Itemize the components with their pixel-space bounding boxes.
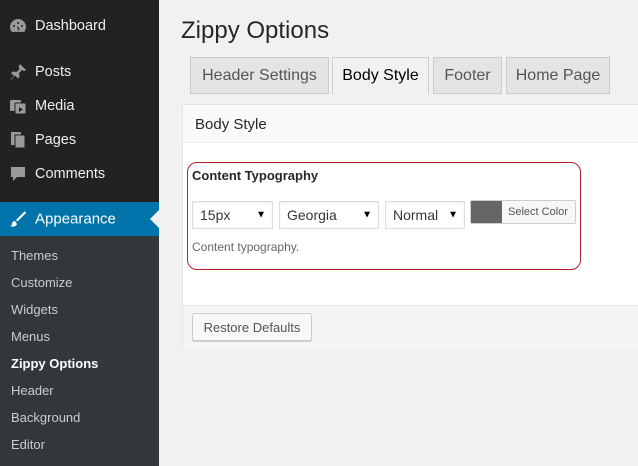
color-swatch (471, 201, 502, 223)
submenu-item-editor[interactable]: Editor (11, 437, 45, 452)
menu-item-posts[interactable]: Posts (0, 55, 159, 89)
menu-label: Dashboard (35, 18, 106, 34)
panel-title: Body Style (195, 116, 267, 133)
tab-header-settings[interactable]: Header Settings (190, 57, 329, 94)
submenu-item-zippy-options[interactable]: Zippy Options (11, 356, 98, 371)
caret-down-icon: ▼ (362, 209, 372, 221)
admin-sidebar: Dashboard Posts Media Pages Comments App… (0, 0, 159, 466)
menu-item-appearance[interactable]: Appearance (0, 202, 159, 236)
menu-label: Pages (35, 132, 77, 148)
submenu-item-widgets[interactable]: Widgets (11, 302, 58, 317)
menu-label: Media (35, 98, 75, 114)
font-weight-value: Normal (393, 207, 439, 223)
field-description: Content typography. (192, 240, 300, 254)
menu-label: Comments (35, 166, 106, 182)
panel-header: Body Style (183, 105, 638, 143)
select-color-button[interactable]: Select Color (470, 200, 576, 224)
menu-label: Posts (35, 64, 72, 80)
tab-home-page[interactable]: Home Page (506, 57, 610, 94)
menu-label: Appearance (35, 210, 116, 228)
font-size-value: 15px (200, 207, 231, 223)
pin-icon (10, 64, 26, 80)
menu-item-dashboard[interactable]: Dashboard (0, 9, 159, 43)
menu-item-comments[interactable]: Comments (0, 157, 159, 191)
tab-footer[interactable]: Footer (433, 57, 502, 94)
appearance-submenu: Themes Customize Widgets Menus Zippy Opt… (0, 236, 159, 466)
select-color-label: Select Color (508, 206, 568, 218)
submenu-item-header[interactable]: Header (11, 383, 54, 398)
font-weight-select[interactable]: Normal ▼ (385, 201, 465, 229)
dashboard-icon (10, 19, 26, 32)
comment-icon (11, 167, 25, 181)
submenu-item-background[interactable]: Background (11, 410, 80, 425)
submenu-item-themes[interactable]: Themes (11, 248, 58, 263)
brush-icon (10, 211, 26, 227)
font-family-select[interactable]: Georgia ▼ (279, 201, 379, 229)
page-title: Zippy Options (181, 17, 330, 44)
media-icon (10, 100, 27, 115)
font-size-select[interactable]: 15px ▼ (192, 201, 273, 229)
submenu-item-customize[interactable]: Customize (11, 275, 72, 290)
section-label: Content Typography (192, 168, 319, 183)
menu-item-pages[interactable]: Pages (0, 123, 159, 157)
menu-item-media[interactable]: Media (0, 89, 159, 123)
pages-icon (11, 132, 26, 149)
tab-body-style[interactable]: Body Style (332, 57, 429, 95)
submenu-item-menus[interactable]: Menus (11, 329, 50, 344)
font-family-value: Georgia (287, 207, 337, 223)
caret-down-icon: ▼ (448, 209, 458, 221)
caret-down-icon: ▼ (256, 209, 266, 221)
restore-defaults-button[interactable]: Restore Defaults (192, 313, 312, 341)
